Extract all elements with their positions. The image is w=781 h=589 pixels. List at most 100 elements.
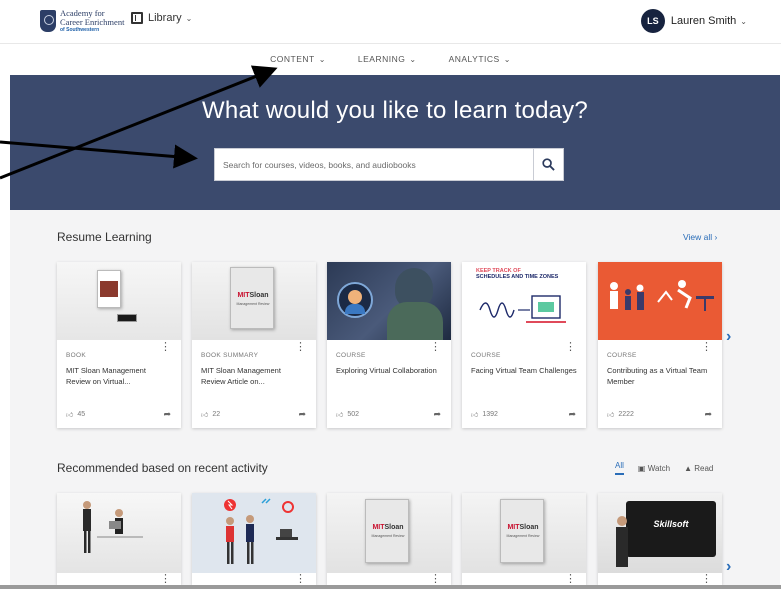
hero-banner: What would you like to learn today?: [10, 75, 780, 210]
card-title[interactable]: Contributing as a Virtual Team Member: [607, 365, 713, 387]
content-card[interactable]: ⋮: [57, 493, 181, 585]
presenter-illustration: [616, 516, 628, 567]
content-card[interactable]: MITSloan Management Review ⋮: [462, 493, 586, 585]
card-type: BOOK SUMMARY: [201, 352, 259, 359]
share-icon[interactable]: ➦: [433, 409, 441, 420]
card-thumbnail: [598, 262, 722, 340]
card-thumbnail: [57, 493, 181, 573]
card-menu-button[interactable]: ⋮: [565, 342, 576, 353]
nav-analytics[interactable]: ANALYTICS ⌄: [449, 54, 511, 64]
like-count[interactable]: 👍︎ 45: [66, 410, 85, 419]
content-card[interactable]: ⋮ BOOK MIT Sloan Management Review on Vi…: [57, 262, 181, 428]
card-type: COURSE: [471, 352, 501, 359]
top-bar: Academy for Career Enrichment of Southwe…: [0, 0, 781, 44]
share-icon[interactable]: ➦: [568, 409, 576, 420]
academy-logo[interactable]: Academy for Career Enrichment of Southwe…: [40, 7, 136, 35]
library-menu[interactable]: Library ⌄: [131, 12, 192, 24]
card-title[interactable]: Facing Virtual Team Challenges: [471, 365, 577, 376]
card-thumbnail: MITSloan Management Review: [327, 493, 451, 573]
resume-learning-title: Resume Learning: [57, 230, 152, 244]
thumbs-up-icon: 👍︎: [336, 412, 344, 419]
like-count[interactable]: 👍︎ 22: [201, 410, 220, 419]
chevron-down-icon: ⌄: [185, 13, 193, 23]
content-card[interactable]: ⋮ COURSE Contributing as a Virtual Team …: [598, 262, 722, 428]
card-thumbnail: [192, 493, 316, 573]
user-menu[interactable]: LS Lauren Smith ⌄: [640, 9, 747, 33]
search-input[interactable]: [215, 149, 533, 180]
content-card[interactable]: KEEP TRACK OF SCHEDULES AND TIME ZONES ⋮…: [462, 262, 586, 428]
share-icon[interactable]: ➦: [163, 409, 171, 420]
card-thumbnail: [57, 262, 181, 340]
nav-content[interactable]: CONTENT ⌄: [270, 54, 326, 64]
main-nav: CONTENT ⌄ LEARNING ⌄ ANALYTICS ⌄: [0, 44, 781, 74]
share-icon[interactable]: ➦: [298, 409, 306, 420]
filter-watch-tab[interactable]: ▣ Watch: [638, 464, 670, 473]
nav-learning[interactable]: LEARNING ⌄: [358, 54, 417, 64]
view-all-link[interactable]: View all ›: [683, 232, 717, 242]
search-icon: [542, 158, 555, 171]
card-menu-button[interactable]: ⋮: [701, 574, 712, 585]
card-type: BOOK: [66, 352, 86, 359]
schedule-illustration: [479, 295, 566, 323]
content-card[interactable]: MITSloan Management Review ⋮ BOOK SUMMAR…: [192, 262, 316, 428]
thumbs-up-icon: 👍︎: [607, 412, 615, 419]
chevron-down-icon: ⌄: [409, 54, 417, 64]
card-title[interactable]: MIT Sloan Management Review on Virtual..…: [66, 365, 172, 387]
card-thumbnail: MITSloan Management Review: [462, 493, 586, 573]
library-label: Library: [148, 12, 182, 24]
chevron-down-icon: ⌄: [740, 16, 747, 26]
card-menu-button[interactable]: ⋮: [295, 574, 306, 585]
card-title[interactable]: MIT Sloan Management Review Article on..…: [201, 365, 307, 387]
logo-text: Academy for Career Enrichment of Southwe…: [60, 8, 125, 34]
card-title[interactable]: Exploring Virtual Collaboration: [336, 365, 442, 376]
card-type: COURSE: [336, 352, 366, 359]
search-bar: [214, 148, 564, 181]
thumbs-up-icon: 👍︎: [66, 412, 74, 419]
card-menu-button[interactable]: ⋮: [430, 574, 441, 585]
chevron-right-icon: ›: [714, 232, 718, 242]
book-cover: MITSloan Management Review: [365, 499, 409, 563]
chevron-down-icon: ⌄: [503, 54, 511, 64]
filter-all-tab[interactable]: All: [615, 461, 624, 475]
content-card[interactable]: MITSloan Management Review ⋮: [327, 493, 451, 585]
book-cover: MITSloan Management Review: [500, 499, 544, 563]
card-type: COURSE: [607, 352, 637, 359]
content-card[interactable]: Skillsoft ⋮: [598, 493, 722, 585]
thumbs-up-icon: 👍︎: [471, 412, 479, 419]
bottom-border: [0, 585, 781, 589]
film-icon: ▣: [637, 463, 646, 473]
card-thumbnail: MITSloan Management Review: [192, 262, 316, 340]
team-illustration: [610, 280, 714, 311]
recommended-filters: All ▣ Watch ▲ Read: [615, 461, 713, 475]
card-menu-button[interactable]: ⋮: [160, 574, 171, 585]
card-menu-button[interactable]: ⋮: [295, 342, 306, 353]
search-button[interactable]: [533, 149, 563, 180]
book-icon: ▲: [684, 463, 692, 473]
card-menu-button[interactable]: ⋮: [701, 342, 712, 353]
like-count[interactable]: 👍︎ 1392: [471, 410, 498, 419]
like-count[interactable]: 👍︎ 2222: [607, 410, 634, 419]
user-name: Lauren Smith: [670, 15, 737, 27]
card-thumbnail: KEEP TRACK OF SCHEDULES AND TIME ZONES: [462, 262, 586, 340]
card-thumbnail: Skillsoft: [598, 493, 722, 573]
presenter-illustration: [83, 501, 143, 553]
book-cover: MITSloan Management Review: [230, 267, 274, 329]
share-icon[interactable]: ➦: [704, 409, 712, 420]
video-call-icon: [337, 282, 373, 318]
content-card[interactable]: ⋮ COURSE Exploring Virtual Collaboration…: [327, 262, 451, 428]
content-card[interactable]: ⋮: [192, 493, 316, 585]
card-thumbnail: [327, 262, 451, 340]
card-menu-button[interactable]: ⋮: [565, 574, 576, 585]
team-illustration: [224, 498, 298, 564]
filter-read-tab[interactable]: ▲ Read: [684, 464, 713, 473]
library-icon: [131, 12, 143, 24]
carousel-next-icon[interactable]: ›: [726, 558, 731, 576]
thumbs-up-icon: 👍︎: [201, 412, 209, 419]
like-count[interactable]: 👍︎ 502: [336, 410, 359, 419]
card-menu-button[interactable]: ⋮: [430, 342, 441, 353]
hero-title: What would you like to learn today?: [202, 97, 588, 124]
carousel-next-icon[interactable]: ›: [726, 328, 731, 346]
chevron-down-icon: ⌄: [318, 54, 326, 64]
crest-icon: [40, 10, 56, 32]
card-menu-button[interactable]: ⋮: [160, 342, 171, 353]
